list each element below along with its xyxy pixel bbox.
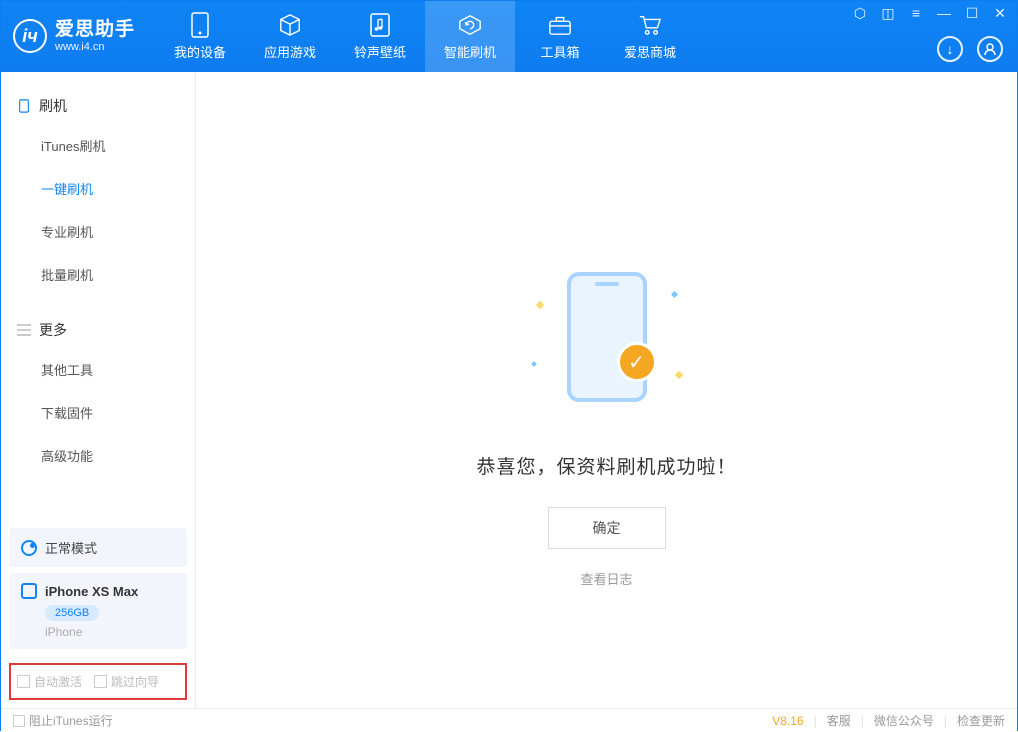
nav-label: 爱思商城 [624,42,676,61]
body: 刷机 iTunes刷机 一键刷机 专业刷机 批量刷机 更多 其他工具 下载固件 … [1,72,1017,708]
refresh-icon [458,13,482,37]
sidebar: 刷机 iTunes刷机 一键刷机 专业刷机 批量刷机 更多 其他工具 下载固件 … [1,72,196,708]
section-title: 刷机 [39,96,67,116]
device-type: iPhone [45,625,175,639]
device-icon [188,13,212,37]
nav-label: 铃声壁纸 [354,42,406,61]
lock-icon[interactable]: ◫ [879,5,897,22]
minimize-button[interactable]: — [935,5,953,22]
checkbox-icon [94,675,107,688]
sidebar-item-batch-flash[interactable]: 批量刷机 [1,253,195,296]
sidebar-item-pro-flash[interactable]: 专业刷机 [1,210,195,253]
sidebar-item-other-tools[interactable]: 其他工具 [1,348,195,391]
success-illustration: ✓ [496,272,716,422]
nav-label: 应用游戏 [264,42,316,61]
nav-label: 智能刷机 [444,42,496,61]
checkbox-icon [13,715,25,727]
checkbox-label: 跳过向导 [111,673,159,690]
app-logo[interactable]: iч 爱思助手 www.i4.cn [13,19,135,53]
cube-icon [278,13,302,37]
device-name: iPhone XS Max [45,584,138,599]
check-circle-icon: ✓ [616,342,656,382]
nav-store[interactable]: 爱思商城 [605,1,695,72]
nav-apps-games[interactable]: 应用游戏 [245,1,335,72]
sidebar-item-onekey-flash[interactable]: 一键刷机 [1,167,195,210]
toolbox-icon [548,13,572,37]
checkbox-label: 阻止iTunes运行 [29,712,113,729]
device-box[interactable]: iPhone XS Max 256GB iPhone [9,573,187,649]
mode-box[interactable]: 正常模式 [9,528,187,567]
result-area: ✓ 恭喜您，保资料刷机成功啦！ 确定 查看日志 [476,272,736,588]
window-controls: ⬡ ◫ ≡ — ☐ ✕ [851,5,1009,22]
success-message: 恭喜您，保资料刷机成功啦！ [476,452,736,479]
download-button[interactable]: ↓ [937,36,963,62]
header-bar: iч 爱思助手 www.i4.cn 我的设备 应用游戏 铃声壁纸 智能刷机 工具… [1,1,1017,72]
device-small-icon [21,583,37,599]
header-actions: ↓ [937,36,1003,62]
logo-icon: iч [13,19,47,53]
music-icon [368,13,392,37]
logo-text: 爱思助手 www.i4.cn [55,19,135,53]
nav-tabs: 我的设备 应用游戏 铃声壁纸 智能刷机 工具箱 爱思商城 [155,1,695,72]
statusbar-links: V8.16 | 客服 | 微信公众号 | 检查更新 [772,712,1005,729]
sidebar-head-more: 更多 [1,312,195,348]
checkbox-label: 自动激活 [34,673,82,690]
link-check-update[interactable]: 检查更新 [957,712,1005,729]
user-button[interactable] [977,36,1003,62]
sidebar-item-download-firmware[interactable]: 下载固件 [1,391,195,434]
sidebar-section-more: 更多 其他工具 下载固件 高级功能 [1,296,195,477]
mode-label: 正常模式 [45,538,97,557]
sidebar-section-flash: 刷机 iTunes刷机 一键刷机 专业刷机 批量刷机 [1,72,195,296]
link-wechat[interactable]: 微信公众号 [874,712,934,729]
list-icon [17,323,31,337]
nav-ringtone-wallpaper[interactable]: 铃声壁纸 [335,1,425,72]
maximize-button[interactable]: ☐ [963,5,981,22]
nav-smart-flash[interactable]: 智能刷机 [425,1,515,72]
checkbox-block-itunes[interactable]: 阻止iTunes运行 [13,712,113,729]
section-title: 更多 [39,320,67,340]
device-storage-badge: 256GB [45,605,99,621]
checkbox-icon [17,675,30,688]
menu-icon[interactable]: ≡ [907,5,925,22]
tshirt-icon[interactable]: ⬡ [851,5,869,22]
version-label: V8.16 [772,714,803,728]
app-subtitle: www.i4.cn [55,41,135,54]
nav-toolbox[interactable]: 工具箱 [515,1,605,72]
ok-button[interactable]: 确定 [547,507,665,549]
mode-icon [21,540,37,556]
close-button[interactable]: ✕ [991,5,1009,22]
nav-my-device[interactable]: 我的设备 [155,1,245,72]
status-bar: 阻止iTunes运行 V8.16 | 客服 | 微信公众号 | 检查更新 [1,708,1017,732]
view-log-link[interactable]: 查看日志 [476,569,736,588]
options-highlight-box: 自动激活 跳过向导 [9,663,187,700]
app-title: 爱思助手 [55,19,135,41]
nav-label: 我的设备 [174,42,226,61]
checkbox-auto-activate[interactable]: 自动激活 [17,673,82,690]
checkbox-skip-guide[interactable]: 跳过向导 [94,673,159,690]
main-content: ✓ 恭喜您，保资料刷机成功啦！ 确定 查看日志 [196,72,1017,708]
nav-label: 工具箱 [541,42,580,61]
sidebar-head-flash: 刷机 [1,88,195,124]
sidebar-item-advanced[interactable]: 高级功能 [1,434,195,477]
cart-icon [638,13,662,37]
phone-icon [17,99,31,113]
sidebar-item-itunes-flash[interactable]: iTunes刷机 [1,124,195,167]
link-support[interactable]: 客服 [827,712,851,729]
